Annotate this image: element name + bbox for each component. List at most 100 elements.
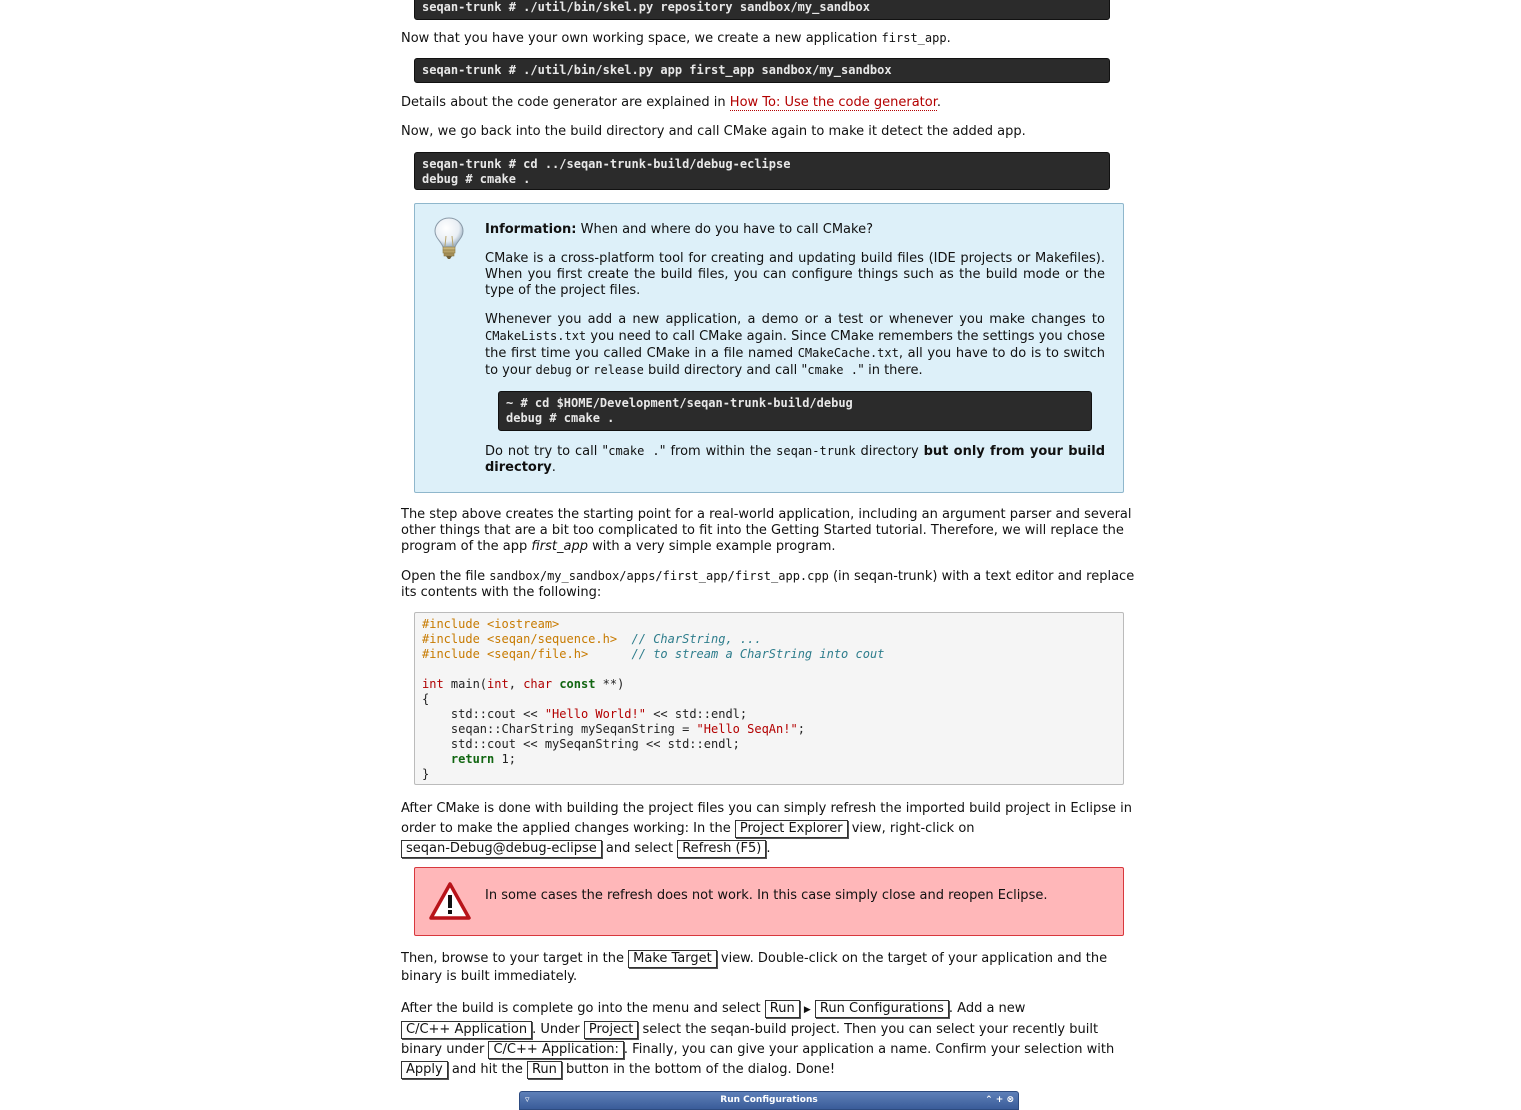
inline-code: CMakeLists.txt	[485, 329, 587, 343]
paragraph-after-cmake: After CMake is done with building the pr…	[401, 799, 1141, 859]
code-string: "Hello World!"	[544, 707, 646, 721]
dialog-title: Run Configurations	[720, 1095, 818, 1105]
gui-label-project: Project	[583, 1021, 639, 1039]
code-keyword: return	[450, 752, 495, 766]
inline-code: release	[593, 363, 644, 377]
paragraph-make-target: Then, browse to your target in the Make …	[401, 950, 1141, 986]
paragraph-text: .	[936, 95, 941, 110]
code-token: 1;	[494, 752, 516, 766]
gui-label-project-explorer: Project Explorer	[734, 820, 848, 838]
paragraph-text: Now that you have your own working space…	[401, 31, 882, 46]
gui-label-run-configurations: Run Configurations	[814, 1000, 949, 1018]
run-configurations-dialog-screenshot: ▿ Run Configurations ⌃ + ⊗	[519, 1091, 1019, 1110]
emphasis-text: first_app	[531, 539, 588, 554]
paragraph-text: Then, browse to your target in the	[401, 951, 629, 966]
code-token: std::cout <<	[422, 707, 545, 721]
paragraph-text: Details about the code generator are exp…	[401, 95, 730, 110]
gui-label-cpp-application-field: C/C++ Application:	[488, 1041, 624, 1059]
code-token: **)	[595, 677, 625, 691]
information-paragraph-1: CMake is a cross-platform tool for creat…	[485, 251, 1105, 298]
terminal-line: ~ # cd $HOME/Development/seqan-trunk-bui…	[506, 396, 853, 410]
paragraph-working-space: Now that you have your own working space…	[401, 30, 1141, 47]
inline-code: CMakeCache.txt	[797, 346, 899, 360]
paragraph-text: . Add a new	[948, 1001, 1026, 1016]
paragraph-text: and select	[601, 841, 678, 856]
gui-label-make-target: Make Target	[628, 950, 717, 968]
information-body: Information: When and where do you have …	[485, 222, 1105, 476]
paragraph-text: . Under	[532, 1022, 584, 1037]
paragraph-text: . Finally, you can give your application…	[623, 1042, 1115, 1057]
paragraph-details: Details about the code generator are exp…	[401, 95, 1141, 111]
terminal-line: debug # cmake .	[506, 411, 615, 425]
code-keyword: int	[487, 677, 509, 691]
inline-code: seqan-trunk	[776, 444, 856, 458]
code-token: << std::endl;	[645, 707, 748, 721]
code-keyword: char	[523, 677, 553, 691]
inline-code: cmake .	[608, 444, 660, 458]
terminal-block-skel-repository: seqan-trunk # ./util/bin/skel.py reposit…	[414, 0, 1110, 20]
gui-label-seqan-debug: seqan-Debug@debug-eclipse	[401, 840, 602, 858]
paragraph-text: Whenever you add a new application, a de…	[485, 312, 1105, 327]
terminal-line: seqan-trunk # ./util/bin/skel.py app fir…	[422, 63, 892, 77]
lightbulb-icon	[434, 217, 464, 259]
information-terminal-block: ~ # cd $HOME/Development/seqan-trunk-bui…	[498, 391, 1092, 431]
code-token: #include <seqan/file.h>	[422, 647, 589, 661]
code-token: #include <seqan/sequence.h>	[422, 632, 618, 646]
inline-code: first_app	[881, 31, 947, 45]
code-keyword: int	[422, 677, 444, 691]
paragraph-text: build directory and call "	[643, 363, 808, 378]
paragraph-text: with a very simple example program.	[587, 539, 836, 554]
information-question: When and where do you have to call CMake…	[576, 222, 873, 237]
paragraph-text: " in there.	[857, 363, 923, 378]
paragraph-text: " from within the	[659, 444, 777, 459]
information-box: Information: When and where do you have …	[414, 203, 1124, 493]
code-comment: // CharString, ...	[631, 632, 762, 646]
information-label: Information:	[485, 222, 577, 237]
code-token: #include <iostream>	[422, 617, 560, 631]
terminal-line: seqan-trunk # cd ../seqan-trunk-build/de…	[422, 157, 791, 171]
paragraph-text: view, right-click on	[847, 821, 975, 836]
terminal-block-skel-app: seqan-trunk # ./util/bin/skel.py app fir…	[414, 58, 1110, 83]
paragraph-text: .	[946, 31, 951, 46]
paragraph-text: and hit the	[447, 1062, 527, 1077]
warning-text: In some cases the refresh does not work.…	[485, 888, 1048, 903]
paragraph-run: After the build is complete go into the …	[401, 999, 1141, 1080]
code-token: {	[422, 692, 430, 706]
gui-label-apply: Apply	[401, 1061, 448, 1079]
dialog-window-controls-icon: ⌃ + ⊗	[985, 1095, 1014, 1105]
information-title: Information: When and where do you have …	[485, 222, 1105, 238]
terminal-block-cmake: seqan-trunk # cd ../seqan-trunk-build/de…	[414, 152, 1110, 190]
gui-label-run: Run	[764, 1000, 800, 1018]
menu-arrow-icon: ▶	[803, 1005, 811, 1015]
inline-code: debug	[535, 363, 572, 377]
code-token: std::cout << mySeqanString << std::endl;	[422, 737, 740, 751]
paragraph-text: After the build is complete go into the …	[401, 1001, 765, 1016]
terminal-line: debug # cmake .	[422, 172, 531, 186]
information-paragraph-3: Do not try to call "cmake ." from within…	[485, 443, 1105, 476]
code-sample-block: #include <iostream> #include <seqan/sequ…	[414, 612, 1124, 785]
code-comment: // to stream a CharString into cout	[631, 647, 885, 661]
code-keyword: const	[559, 677, 596, 691]
code-token: main(	[443, 677, 488, 691]
terminal-line: seqan-trunk # ./util/bin/skel.py reposit…	[422, 0, 870, 14]
paragraph-build-dir: Now, we go back into the build directory…	[401, 124, 1026, 139]
inline-code: sandbox/my_sandbox/apps/first_app/first_…	[489, 569, 829, 583]
information-paragraph-2: Whenever you add a new application, a de…	[485, 312, 1105, 379]
paragraph-open-file: Open the file sandbox/my_sandbox/apps/fi…	[401, 568, 1141, 601]
warning-icon	[429, 882, 471, 920]
gui-label-cpp-application: C/C++ Application	[401, 1021, 533, 1039]
code-generator-link[interactable]: How To: Use the code generator	[729, 95, 937, 111]
paragraph-text: Open the file	[401, 569, 490, 584]
inline-code: cmake .	[807, 363, 858, 377]
gui-label-refresh: Refresh (F5)	[677, 840, 767, 858]
paragraph-text: button in the bottom of the dialog. Done…	[561, 1062, 836, 1077]
paragraph-step-above: The step above creates the starting poin…	[401, 507, 1141, 555]
code-token: ,	[508, 677, 524, 691]
paragraph-text: directory	[855, 444, 924, 459]
paragraph-text: .	[766, 841, 771, 856]
code-token: ;	[797, 722, 805, 736]
code-token: seqan::CharString mySeqanString =	[422, 722, 697, 736]
code-token: }	[422, 767, 430, 781]
paragraph-text: .	[551, 460, 556, 475]
paragraph-text: or	[571, 363, 594, 378]
